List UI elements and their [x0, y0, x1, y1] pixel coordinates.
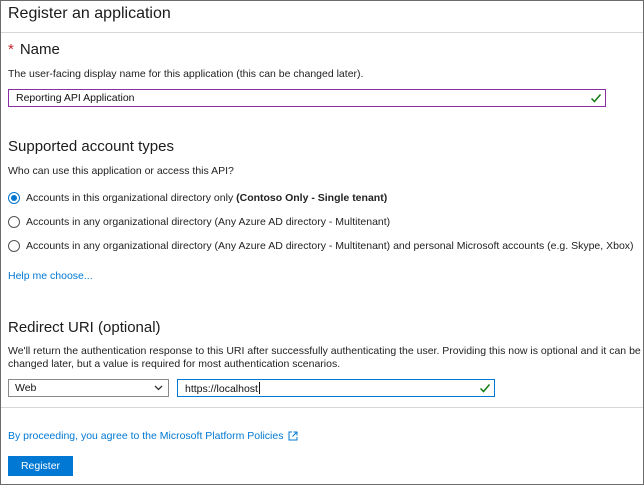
- app-name-value[interactable]: Reporting API Application: [16, 92, 135, 104]
- app-name-input[interactable]: Reporting API Application: [8, 89, 606, 107]
- redirect-description-line2: changed later, but a value is required f…: [8, 358, 341, 370]
- platform-select-value[interactable]: Web: [15, 382, 36, 394]
- policy-text[interactable]: By proceeding, you agree to the Microsof…: [8, 430, 283, 442]
- footer-divider: [1, 407, 643, 408]
- required-mark: *: [8, 41, 14, 58]
- name-label: Name: [19, 41, 60, 58]
- account-types-question: Who can use this application or access t…: [8, 165, 234, 177]
- chevron-down-icon[interactable]: [154, 384, 163, 392]
- account-option-multitenant[interactable]: Accounts in any organizational directory…: [8, 214, 390, 230]
- option-label: Accounts in this organizational director…: [26, 192, 237, 204]
- check-icon: [479, 384, 491, 393]
- redirect-uri-input[interactable]: https://localhost: [177, 379, 495, 397]
- name-description: The user-facing display name for this ap…: [8, 68, 364, 80]
- option-emphasis: (Contoso Only - Single tenant): [236, 192, 388, 204]
- account-types-title: Supported account types: [8, 138, 174, 155]
- account-option-single-tenant[interactable]: Accounts in this organizational director…: [8, 190, 387, 206]
- account-option-multitenant-personal[interactable]: Accounts in any organizational directory…: [8, 238, 634, 254]
- redirect-description-line1: We'll return the authentication response…: [8, 345, 641, 357]
- radio-button-selected[interactable]: [8, 192, 20, 204]
- register-app-panel: Register an application * Name The user-f…: [0, 0, 644, 485]
- help-me-choose-link[interactable]: Help me choose...: [8, 270, 93, 282]
- radio-button[interactable]: [8, 240, 20, 252]
- external-link-icon[interactable]: [288, 431, 298, 441]
- page-title: Register an application: [8, 5, 171, 22]
- panel-header: Register an application: [1, 1, 643, 33]
- option-label: Accounts in any organizational directory…: [26, 216, 391, 228]
- redirect-uri-value[interactable]: https://localhost: [185, 383, 258, 395]
- redirect-uri-title: Redirect URI (optional): [8, 319, 161, 336]
- check-icon: [590, 94, 602, 103]
- radio-button[interactable]: [8, 216, 20, 228]
- register-button[interactable]: Register: [8, 456, 73, 476]
- platform-select[interactable]: Web: [8, 379, 169, 397]
- name-section-title: * Name: [8, 41, 60, 58]
- platform-policies-link[interactable]: By proceeding, you agree to the Microsof…: [8, 430, 298, 442]
- text-cursor: [258, 382, 260, 394]
- option-label: Accounts in any organizational directory…: [26, 240, 634, 252]
